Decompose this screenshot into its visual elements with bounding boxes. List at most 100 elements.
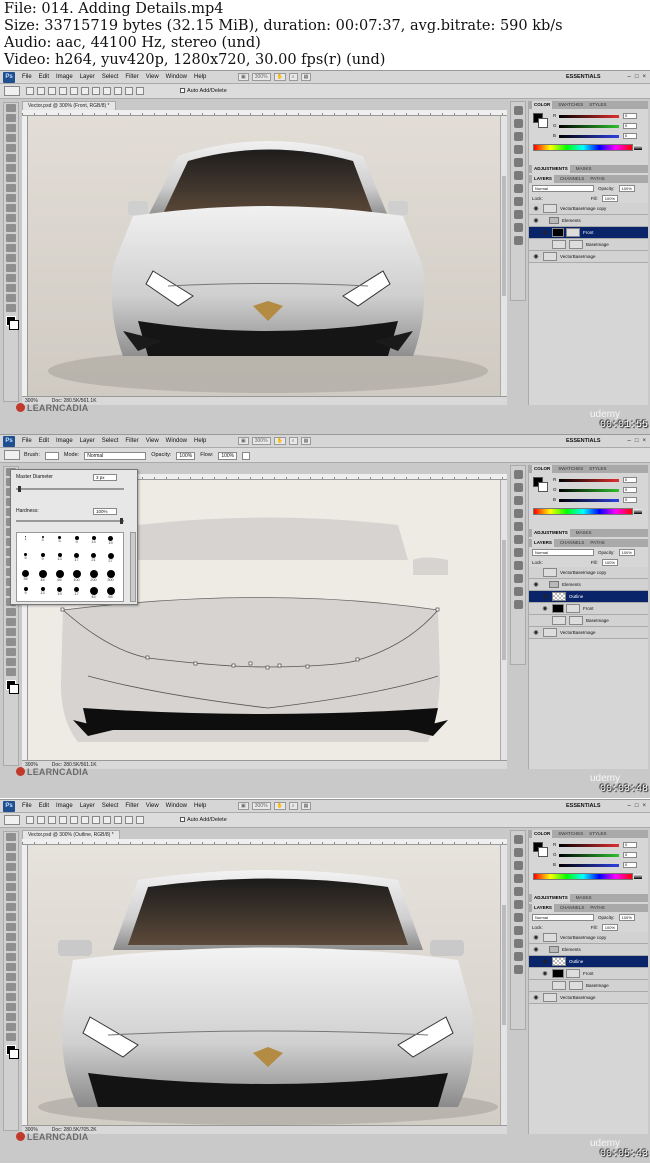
- eraser-icon[interactable]: [6, 933, 16, 941]
- eye-icon[interactable]: [541, 617, 549, 625]
- red-value[interactable]: 0: [623, 842, 637, 848]
- custom-shape-icon[interactable]: [136, 87, 144, 95]
- color-spectrum[interactable]: [533, 873, 642, 880]
- color-spectrum[interactable]: [533, 144, 642, 151]
- navigator-panel-icon[interactable]: [513, 574, 523, 583]
- layer-row[interactable]: ◉ Front: [529, 603, 648, 615]
- path-select-icon[interactable]: [6, 628, 16, 636]
- layer-group-row[interactable]: ◉ Elements: [529, 579, 648, 591]
- history-panel-icon[interactable]: [513, 106, 523, 115]
- hand-icon[interactable]: [6, 1023, 16, 1031]
- tab-adjustments[interactable]: ADJUSTMENTS: [532, 894, 570, 902]
- dodge-icon[interactable]: [6, 234, 16, 242]
- master-diameter-field[interactable]: 3 px: [93, 474, 117, 481]
- scrollbar-thumb[interactable]: [502, 176, 506, 296]
- menu-image[interactable]: Image: [56, 802, 73, 811]
- blue-slider[interactable]: [559, 864, 619, 867]
- pen-icon[interactable]: [59, 816, 67, 824]
- fill-field[interactable]: 100%: [601, 923, 618, 931]
- 3d-panel-icon[interactable]: [513, 548, 523, 557]
- zoom-level-field[interactable]: 300%: [251, 73, 271, 81]
- tab-swatches[interactable]: SWATCHES: [558, 465, 583, 473]
- layer-row[interactable]: ◉ VectorBaseImage copy: [529, 932, 648, 944]
- menu-layer[interactable]: Layer: [80, 437, 95, 446]
- layer-row[interactable]: VectorBaseImage copy: [529, 567, 648, 579]
- line-icon[interactable]: [125, 87, 133, 95]
- type-tool-icon[interactable]: [6, 254, 16, 262]
- clone-panel-icon[interactable]: [513, 145, 523, 154]
- brush-preset-cell[interactable]: 300: [104, 569, 117, 582]
- lasso-tool-icon[interactable]: [6, 853, 16, 861]
- menu-select[interactable]: Select: [102, 73, 119, 82]
- character-panel-icon[interactable]: [513, 522, 523, 531]
- zoom-level-field[interactable]: 300%: [251, 802, 271, 810]
- menu-select[interactable]: Select: [102, 437, 119, 446]
- brush-tool-icon[interactable]: [6, 903, 16, 911]
- fill-field[interactable]: 100%: [601, 194, 618, 202]
- pen-tool-icon[interactable]: [6, 244, 16, 252]
- history-panel-icon[interactable]: [513, 835, 523, 844]
- blue-value[interactable]: 0: [623, 497, 637, 503]
- clone-panel-icon[interactable]: [513, 509, 523, 518]
- red-value[interactable]: 0: [623, 113, 637, 119]
- histogram-panel-icon[interactable]: [513, 952, 523, 961]
- zoom-icon[interactable]: [6, 1033, 16, 1041]
- menu-edit[interactable]: Edit: [39, 802, 49, 811]
- layer-row[interactable]: ◉ VectorBaseImage: [529, 627, 648, 639]
- clone-stamp-icon[interactable]: [6, 913, 16, 921]
- shape-layers-icon[interactable]: [26, 87, 34, 95]
- green-slider[interactable]: [559, 125, 619, 128]
- layer-row[interactable]: BaseImage: [529, 980, 648, 992]
- brush-picker-button[interactable]: [44, 451, 59, 460]
- tab-color[interactable]: COLOR: [532, 830, 553, 838]
- maximize-icon[interactable]: □: [635, 437, 639, 446]
- brush-preset-cell[interactable]: 9: [19, 586, 32, 597]
- history-brush-icon[interactable]: [6, 923, 16, 931]
- blue-value[interactable]: 0: [623, 862, 637, 868]
- hardness-slider[interactable]: [16, 518, 124, 524]
- zoom-level-field[interactable]: 300%: [251, 437, 271, 445]
- brush-preset-cell[interactable]: 1: [19, 535, 32, 546]
- notes-panel-icon[interactable]: [513, 965, 523, 974]
- eyedropper-icon[interactable]: [6, 883, 16, 891]
- zoom-tool-icon[interactable]: ⌕: [288, 802, 298, 810]
- menu-image[interactable]: Image: [56, 437, 73, 446]
- notes-panel-icon[interactable]: [513, 600, 523, 609]
- ellipse-icon[interactable]: [103, 87, 111, 95]
- clone-stamp-icon[interactable]: [6, 184, 16, 192]
- healing-brush-icon[interactable]: [6, 164, 16, 172]
- red-slider[interactable]: [559, 844, 619, 847]
- menu-layer[interactable]: Layer: [80, 73, 95, 82]
- tab-channels[interactable]: CHANNELS: [560, 175, 585, 183]
- brush-preset-cell[interactable]: 17: [70, 552, 83, 563]
- history-panel-icon[interactable]: [513, 470, 523, 479]
- blue-slider[interactable]: [559, 135, 619, 138]
- 3d-panel-icon[interactable]: [513, 913, 523, 922]
- blend-mode-select[interactable]: Normal: [532, 913, 594, 921]
- marquee-tool-icon[interactable]: [6, 843, 16, 851]
- opacity-field[interactable]: 100%: [618, 548, 635, 556]
- rectangle-icon[interactable]: [81, 87, 89, 95]
- dodge-icon[interactable]: [6, 963, 16, 971]
- layer-row[interactable]: ◉ VectorBaseImage: [529, 251, 648, 263]
- tab-masks[interactable]: MASKS: [576, 529, 592, 537]
- hand-tool-icon[interactable]: ✋: [273, 802, 286, 810]
- brush-preset-cell[interactable]: 5: [53, 535, 66, 546]
- eraser-icon[interactable]: [6, 204, 16, 212]
- layer-row[interactable]: ◉ VectorBaseImage copy: [529, 203, 648, 215]
- ellipse-icon[interactable]: [103, 816, 111, 824]
- close-icon[interactable]: ×: [642, 73, 646, 82]
- pen-tool-preset-icon[interactable]: [4, 815, 20, 825]
- path-select-icon[interactable]: [6, 993, 16, 1001]
- 3d-rotate-icon[interactable]: [6, 648, 16, 656]
- zoom-tool-icon[interactable]: ⌕: [288, 73, 298, 81]
- actions-panel-icon[interactable]: [513, 119, 523, 128]
- gradient-icon[interactable]: [6, 943, 16, 951]
- minimize-icon[interactable]: –: [628, 802, 631, 811]
- fill-pixels-icon[interactable]: [48, 816, 56, 824]
- blue-slider[interactable]: [559, 499, 619, 502]
- eye-icon[interactable]: ◉: [532, 253, 540, 261]
- eye-icon[interactable]: ◉: [532, 581, 540, 589]
- background-color-swatch[interactable]: [9, 684, 19, 694]
- rounded-rect-icon[interactable]: [92, 87, 100, 95]
